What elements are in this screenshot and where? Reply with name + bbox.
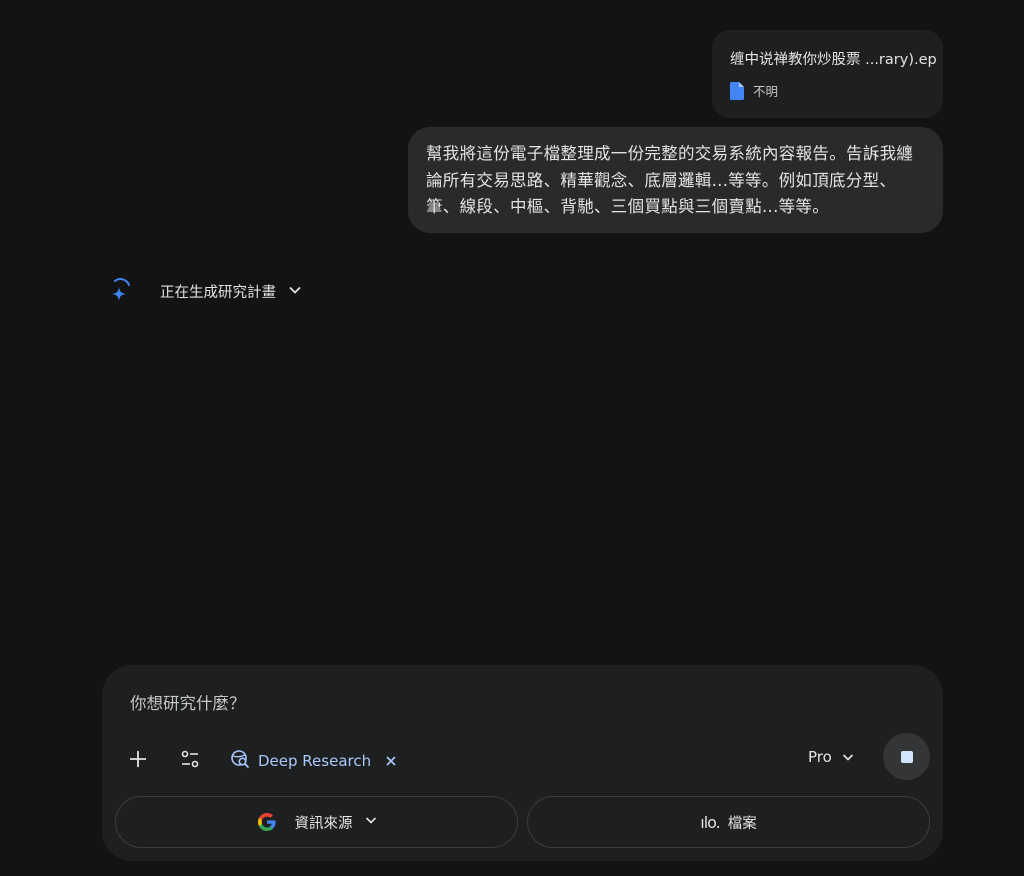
sources-button[interactable]: 資訊來源: [115, 796, 518, 848]
stop-button[interactable]: [883, 733, 930, 780]
drive-icon: ılo.: [700, 812, 721, 832]
files-button[interactable]: ılo. 檔案: [527, 796, 930, 848]
tools-sliders-icon: [180, 749, 200, 773]
user-message-text: 幫我將這份電子檔整理成一份完整的交易系統內容報告。告訴我纏論所有交易思路、精華觀…: [426, 144, 914, 216]
close-icon[interactable]: [385, 752, 397, 771]
attachment-meta: 不明: [730, 81, 943, 100]
google-icon: [257, 812, 277, 832]
chevron-down-icon: [842, 748, 854, 767]
attachment-file-name: 缠中说禅教你炒股票 ...rary).ep: [730, 52, 937, 68]
add-button[interactable]: [126, 749, 150, 773]
model-selector[interactable]: Pro: [808, 745, 854, 769]
prompt-input[interactable]: [128, 689, 772, 717]
chevron-down-icon[interactable]: [288, 282, 302, 301]
files-label: 檔案: [727, 815, 757, 832]
composer: Deep Research Pro 資訊來源 ılo. 檔案: [102, 665, 943, 861]
deep-research-chip[interactable]: Deep Research: [230, 747, 397, 775]
stop-icon: [900, 750, 913, 763]
user-message-bubble: 幫我將這份電子檔整理成一份完整的交易系統內容報告。告訴我纏論所有交易思路、精華觀…: [408, 127, 943, 233]
model-label: Pro: [808, 748, 832, 766]
attachment-file-type: 不明: [753, 84, 779, 99]
chevron-down-icon: [365, 814, 377, 830]
deep-research-icon: [230, 749, 250, 773]
status-label: 正在生成研究計畫: [160, 284, 276, 301]
tools-button[interactable]: [178, 749, 202, 773]
document-icon: [730, 81, 744, 100]
sources-label: 資訊來源: [294, 815, 353, 832]
deep-research-label: Deep Research: [258, 752, 372, 770]
attachment-card[interactable]: 缠中说禅教你炒股票 ...rary).ep 不明: [712, 30, 943, 118]
plus-icon: [128, 749, 148, 773]
research-plan-status[interactable]: 正在生成研究計畫: [108, 276, 302, 306]
gemini-spark-icon: [108, 276, 132, 306]
